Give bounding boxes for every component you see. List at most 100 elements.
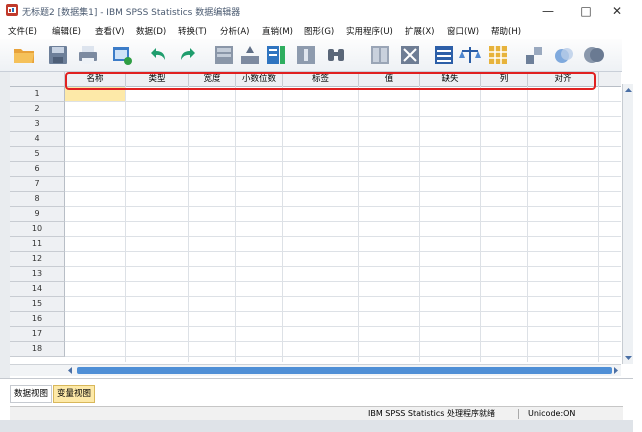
status-bar: IBM SPSS Statistics 处理程序就绪 Unicode:ON [10, 406, 623, 421]
scroll-up-icon[interactable] [624, 86, 633, 94]
grid-divider [65, 116, 621, 117]
spss-app-icon [6, 4, 18, 16]
tab-variable-view[interactable]: 变量视图 [53, 385, 96, 403]
weight-cases-icon[interactable] [398, 43, 422, 67]
split-file-icon[interactable] [368, 43, 392, 67]
row-header[interactable]: 3 [10, 117, 65, 132]
close-button[interactable]: ✕ [604, 2, 630, 20]
find-icon[interactable] [324, 43, 348, 67]
grid-divider [527, 86, 528, 362]
status-divider [518, 409, 519, 419]
menu-help[interactable]: 帮助(H) [491, 25, 521, 37]
menu-direct-marketing[interactable]: 直销(M) [262, 25, 293, 37]
background-window-edge [633, 0, 642, 432]
grid-divider [65, 251, 621, 252]
grid-divider [65, 161, 621, 162]
grid-divider [419, 86, 420, 362]
menu-transform[interactable]: 转换(T) [178, 25, 207, 37]
scroll-down-icon[interactable] [624, 354, 633, 362]
row-header[interactable]: 9 [10, 207, 65, 222]
scroll-right-icon[interactable] [611, 366, 620, 375]
grid-divider [65, 131, 621, 132]
grid-divider [65, 326, 621, 327]
grid-divider [65, 176, 621, 177]
row-header[interactable]: 16 [10, 312, 65, 327]
grid-divider [65, 221, 621, 222]
redo-icon[interactable] [176, 43, 200, 67]
horizontal-scrollbar[interactable] [10, 364, 621, 376]
menu-window[interactable]: 窗口(W) [447, 25, 479, 37]
spelling-icon[interactable] [582, 43, 606, 67]
window-title: 无标题2 [数据集1] - IBM SPSS Statistics 数据编辑器 [22, 8, 241, 18]
use-sets-icon[interactable] [522, 43, 546, 67]
grid-divider [235, 86, 236, 362]
grid-divider [65, 281, 621, 282]
row-header[interactable]: 13 [10, 267, 65, 282]
grid-divider [65, 236, 621, 237]
goto-variable-icon[interactable] [238, 43, 262, 67]
menu-utilities[interactable]: 实用程序(U) [346, 25, 393, 37]
bottom-background [0, 420, 633, 432]
row-header[interactable]: 14 [10, 282, 65, 297]
menu-graphs[interactable]: 图形(G) [304, 25, 334, 37]
grid-divider [65, 206, 621, 207]
view-tabs: 数据视图 变量视图 [0, 378, 633, 407]
insert-case-icon[interactable] [294, 43, 318, 67]
menu-edit[interactable]: 编辑(E) [52, 25, 81, 37]
scroll-thumb[interactable] [77, 367, 612, 374]
row-header[interactable]: 1 [10, 87, 65, 102]
grid-divider [282, 86, 283, 362]
toolbar [0, 39, 622, 72]
grid-divider [65, 296, 621, 297]
goto-case-icon[interactable] [212, 43, 236, 67]
row-header[interactable]: 10 [10, 222, 65, 237]
tab-data-view[interactable]: 数据视图 [10, 385, 53, 403]
corner-header [10, 72, 65, 87]
row-header[interactable]: 5 [10, 147, 65, 162]
grid-divider [125, 86, 126, 362]
row-header[interactable]: 6 [10, 162, 65, 177]
row-header[interactable]: 2 [10, 102, 65, 117]
grid-divider [65, 341, 621, 342]
grid-divider [65, 146, 621, 147]
row-header[interactable]: 12 [10, 252, 65, 267]
column-header-extra[interactable] [599, 72, 621, 87]
grid-divider [598, 86, 599, 362]
value-labels-icon[interactable] [486, 43, 510, 67]
show-all-icon[interactable] [552, 43, 576, 67]
save-icon[interactable] [46, 43, 70, 67]
print-icon[interactable] [76, 43, 100, 67]
grid-divider [65, 311, 621, 312]
row-header[interactable]: 8 [10, 192, 65, 207]
title-bar: 无标题2 [数据集1] - IBM SPSS Statistics 数据编辑器 … [0, 0, 622, 22]
undo-icon[interactable] [146, 43, 170, 67]
grid-divider [188, 86, 189, 362]
menu-bar: 文件(E) 编辑(E) 查看(V) 数据(D) 转换(T) 分析(A) 直销(M… [0, 22, 622, 39]
header-highlight-box [65, 72, 596, 90]
variable-view-grid: 名称 类型 宽度 小数位数 标签 值 缺失 列 对齐 1 2 3 4 5 6 7… [10, 72, 621, 362]
row-header[interactable]: 15 [10, 297, 65, 312]
grid-divider [480, 86, 481, 362]
menu-extensions[interactable]: 扩展(X) [405, 25, 434, 37]
status-unicode: Unicode:ON [528, 409, 576, 418]
grid-divider [65, 266, 621, 267]
variables-icon[interactable] [264, 43, 288, 67]
row-header[interactable]: 4 [10, 132, 65, 147]
left-gutter [0, 72, 10, 406]
menu-file[interactable]: 文件(E) [8, 25, 37, 37]
minimize-button[interactable]: — [535, 2, 561, 20]
recall-dialog-icon[interactable] [110, 43, 134, 67]
row-header[interactable]: 18 [10, 342, 65, 357]
select-cases-icon[interactable] [458, 43, 482, 67]
maximize-button[interactable]: □ [573, 2, 599, 20]
row-header[interactable]: 17 [10, 327, 65, 342]
row-header[interactable]: 7 [10, 177, 65, 192]
scroll-left-icon[interactable] [66, 366, 75, 375]
menu-analyze[interactable]: 分析(A) [220, 25, 249, 37]
row-header[interactable]: 11 [10, 237, 65, 252]
status-processor: IBM SPSS Statistics 处理程序就绪 [368, 409, 496, 418]
open-folder-icon[interactable] [12, 43, 36, 67]
menu-data[interactable]: 数据(D) [136, 25, 166, 37]
menu-view[interactable]: 查看(V) [95, 25, 124, 37]
scale-icon[interactable] [432, 43, 456, 67]
